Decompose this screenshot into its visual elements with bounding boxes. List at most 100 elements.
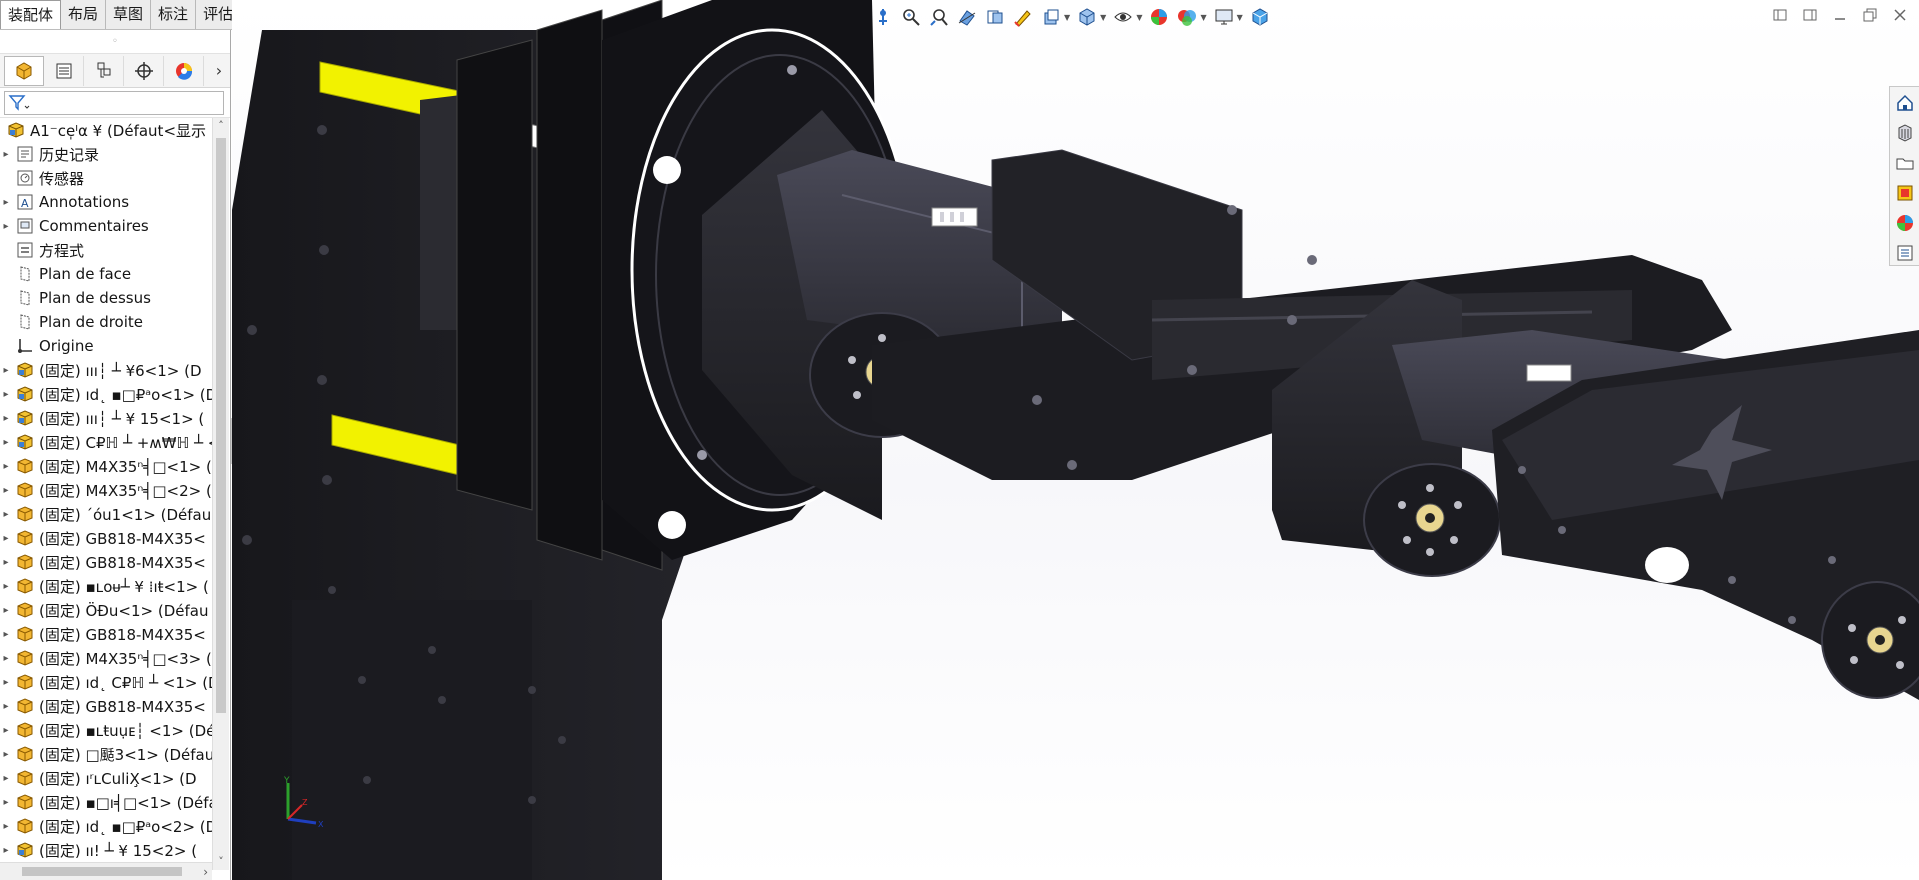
base-plate-lower[interactable] — [292, 600, 532, 880]
robot-arm-model[interactable] — [232, 0, 1919, 880]
view-settings-button[interactable] — [1176, 6, 1198, 28]
expand-arrow-icon[interactable]: ▸ — [0, 773, 12, 784]
display-manager-tab[interactable] — [164, 55, 204, 86]
tile-left-button[interactable] — [1771, 6, 1789, 24]
tree-node[interactable]: 方程式 — [0, 238, 212, 262]
expand-arrow-icon[interactable]: ▸ — [0, 581, 12, 592]
command-tab-1[interactable]: 布局 — [61, 0, 107, 29]
dimxpert-manager-tab[interactable] — [124, 55, 164, 86]
tree-node[interactable]: ▸ (固定) M4X35ⁿ╡□<1> ( — [0, 454, 212, 478]
tree-node[interactable]: ▸ (固定) ıʳʟCuliX̧<1> (D — [0, 766, 212, 790]
tree-node[interactable]: ▸ (固定) M4X35ⁿ╡□<2> ( — [0, 478, 212, 502]
expand-arrow-icon[interactable]: ▸ — [0, 485, 12, 496]
expand-arrow-icon[interactable]: ▸ — [0, 677, 12, 688]
tree-node[interactable]: ▸ (固定) GB818-M4X35< — [0, 550, 212, 574]
tree-node[interactable]: ▸ (固定) ııı┆ ┴ ¥ 15<1> ( — [0, 406, 212, 430]
tree-node[interactable]: 传感器 — [0, 166, 212, 190]
expand-arrow-icon[interactable]: ▸ — [0, 605, 12, 616]
tree-node[interactable]: ▸ 历史记录 — [0, 142, 212, 166]
tree-filter-input[interactable] — [4, 91, 224, 115]
custom-properties-tab[interactable] — [1893, 241, 1917, 265]
solidworks-resources-tab[interactable] — [1893, 91, 1917, 115]
command-tab-3[interactable]: 标注 — [151, 0, 197, 29]
expand-arrow-icon[interactable]: ▸ — [0, 365, 12, 376]
previous-view-button[interactable] — [928, 6, 950, 28]
tree-node[interactable]: ▸ (固定) ıı! ┴ ¥ 15<2> ( — [0, 838, 212, 862]
expand-arrow-icon[interactable]: ▸ — [0, 797, 12, 808]
tree-node[interactable]: ▸ (固定) ıd˛ ▪□₽ᵃo<1> (D — [0, 382, 212, 406]
tree-node[interactable]: ▸ (固定) M4X35ⁿ╡□<3> ( — [0, 646, 212, 670]
design-library-tab[interactable] — [1893, 121, 1917, 145]
edit-appearance-button[interactable] — [1112, 6, 1134, 28]
tree-node[interactable]: ▸ A Annotations — [0, 190, 212, 214]
appearance-caret[interactable]: ▼ — [1136, 13, 1142, 22]
expand-arrow-icon[interactable]: ▸ — [0, 437, 12, 448]
tree-node[interactable]: ▸ (固定) C₽ℍ ┴ +ʍ₩ℍ ┴ <1> ( — [0, 430, 212, 454]
tree-node[interactable]: ▸ (固定) GB818-M4X35< — [0, 694, 212, 718]
configuration-manager-tab[interactable] — [84, 55, 124, 86]
expand-arrow-icon[interactable]: ▸ — [0, 509, 12, 520]
scroll-thumb[interactable] — [216, 138, 226, 713]
zoom-area-button[interactable] — [900, 6, 922, 28]
expand-arrow-icon[interactable]: ▸ — [0, 629, 12, 640]
tree-node[interactable]: ▸ (固定) ÖĐu<1> (Défau — [0, 598, 212, 622]
more-tabs-arrow[interactable]: › — [208, 61, 230, 80]
hscroll-thumb[interactable] — [22, 867, 182, 876]
scroll-up-arrow[interactable]: ˄ — [213, 118, 229, 134]
graphics-viewport[interactable]: ▼ ▼ ▼ ▼ ▼ Y Z X — [232, 0, 1919, 880]
tree-root-assembly[interactable]: A1⁻сe̩ᴵα ¥ (Défaut<显示 — [0, 118, 212, 142]
expand-arrow-icon[interactable]: ▸ — [0, 413, 12, 424]
tree-node[interactable]: ▸ Commentaires — [0, 214, 212, 238]
file-explorer-tab[interactable] — [1893, 151, 1917, 175]
expand-arrow-icon[interactable]: ▸ — [0, 557, 12, 568]
view-orientation-button[interactable] — [1012, 6, 1034, 28]
view-palette-tab[interactable] — [1893, 181, 1917, 205]
tree-node[interactable]: Plan de dessus — [0, 286, 212, 310]
restore-button[interactable] — [1861, 6, 1879, 24]
tree-node[interactable]: ▸ (固定) ▪ʟŧuụᴇ┆ <1> (Dé — [0, 718, 212, 742]
expand-arrow-icon[interactable]: ▸ — [0, 149, 12, 160]
tree-node[interactable]: ▸ (固定) ▪□ı╡□<1> (Défau — [0, 790, 212, 814]
expand-arrow-icon[interactable]: ▸ — [0, 533, 12, 544]
hide-show-items-button[interactable] — [1076, 6, 1098, 28]
appearances-scenes-tab[interactable] — [1893, 211, 1917, 235]
spacer-plate-2[interactable] — [536, 9, 603, 561]
expand-arrow-icon[interactable]: ▸ — [0, 461, 12, 472]
command-tab-2[interactable]: 草图 — [106, 0, 152, 29]
expand-arrow-icon[interactable]: ▸ — [0, 749, 12, 760]
tree-node[interactable]: ▸ (固定) ııı┆ ┴ ¥6<1> (D — [0, 358, 212, 382]
tree-node[interactable]: ▸ (固定) ıd˛ C₽ℍ ┴ <1> (De — [0, 670, 212, 694]
3d-view-button[interactable] — [1249, 6, 1271, 28]
tree-node[interactable]: Plan de droite — [0, 310, 212, 334]
tree-node[interactable]: Origine — [0, 334, 212, 358]
expand-arrow-icon[interactable]: ▸ — [0, 701, 12, 712]
zoom-to-fit-button[interactable] — [872, 6, 894, 28]
expand-arrow-icon[interactable]: ▸ — [0, 197, 12, 208]
tree-node[interactable]: ▸ (固定) ´óu1<1> (Défau — [0, 502, 212, 526]
tree-vertical-scrollbar[interactable]: ˄ ˅ — [212, 118, 229, 870]
tree-node[interactable]: ▸ (固定) ▪ʟoᵾ┴ ¥ ⁞ıŧ<1> ( — [0, 574, 212, 598]
scene-caret[interactable]: ▼ — [1200, 13, 1206, 22]
dynamic-annotation-button[interactable] — [984, 6, 1006, 28]
monitor-caret[interactable]: ▼ — [1237, 13, 1243, 22]
display-style-button[interactable] — [1040, 6, 1062, 28]
tree-node[interactable]: ▸ (固定) ıd˛ ▪□₽ᵃo<2> (D — [0, 814, 212, 838]
display-style-caret[interactable]: ▼ — [1064, 13, 1070, 22]
expand-arrow-icon[interactable]: ▸ — [0, 821, 12, 832]
tree-node[interactable]: Plan de face — [0, 262, 212, 286]
scroll-right-arrow[interactable]: › — [203, 863, 208, 880]
tree-node[interactable]: ▸ (固定) GB818-M4X35< — [0, 526, 212, 550]
expand-arrow-icon[interactable]: ▸ — [0, 725, 12, 736]
expand-arrow-icon[interactable]: ▸ — [0, 653, 12, 664]
scroll-down-arrow[interactable]: ˅ — [213, 854, 229, 870]
tree-node[interactable]: ▸ (固定) □颳3<1> (Défau — [0, 742, 212, 766]
monitor-view-button[interactable] — [1213, 6, 1235, 28]
tile-right-button[interactable] — [1801, 6, 1819, 24]
panel-grip[interactable]: ◦ — [0, 30, 230, 54]
command-tab-0[interactable]: 装配体 — [0, 0, 62, 29]
close-button[interactable] — [1891, 6, 1909, 24]
expand-arrow-icon[interactable]: ▸ — [0, 845, 12, 856]
spacer-plate-1[interactable] — [456, 39, 533, 511]
feature-manager-tab[interactable] — [4, 55, 44, 86]
tree-horizontal-scrollbar[interactable]: › — [0, 862, 212, 880]
